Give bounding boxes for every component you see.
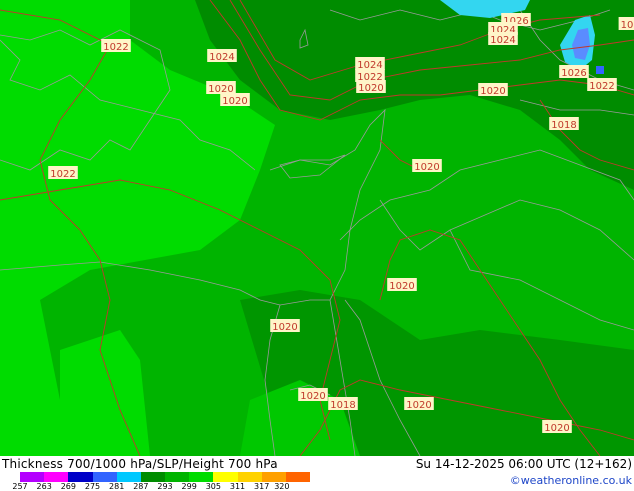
pressure-label: 1026 <box>561 68 586 79</box>
pressure-label: 1018 <box>551 120 576 131</box>
pressure-label: 1020 <box>358 83 383 94</box>
pressure-label: 1020 <box>222 96 247 107</box>
pressure-label: 1020 <box>272 322 297 333</box>
valid-time: Su 14-12-2025 06:00 UTC (12+162) <box>415 457 632 471</box>
pressure-label: 1020 <box>300 391 325 402</box>
weather-map: 1022102410201024102210201020102610241024… <box>0 0 634 456</box>
pressure-label: 1022 <box>103 42 128 53</box>
pressure-label: 1020 <box>406 400 431 411</box>
pressure-label: 1020 <box>480 86 505 97</box>
pressure-label: 10 <box>621 20 634 31</box>
blue-dot <box>596 66 604 74</box>
footer: Thickness 700/1000 hPa/SLP/Height 700 hP… <box>0 456 634 491</box>
credit-link[interactable]: ©weatheronline.co.uk <box>510 474 632 487</box>
pressure-label: 1020 <box>414 162 439 173</box>
pressure-label: 1024 <box>490 35 515 46</box>
pressure-label: 1024 <box>209 52 234 63</box>
pressure-label: 1022 <box>589 81 614 92</box>
pressure-label: 1020 <box>389 281 414 292</box>
legend-ticks: 257 263 269 275 281 287 293 299 305 311 317 320 <box>12 456 320 491</box>
pressure-label: 1018 <box>330 400 355 411</box>
pressure-label: 1020 <box>544 423 569 434</box>
pressure-label: 1022 <box>50 169 75 180</box>
